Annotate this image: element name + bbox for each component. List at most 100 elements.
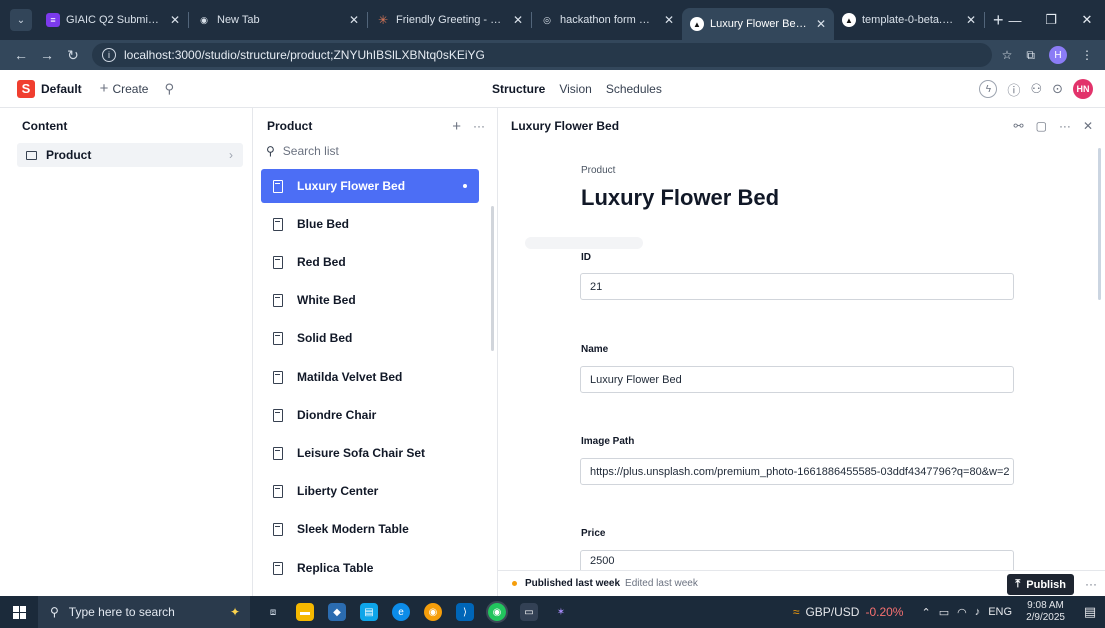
list-search-input[interactable]: ⚲ Search list [266, 144, 339, 158]
user-avatar[interactable]: HN [1073, 79, 1093, 99]
browser-tab[interactable]: ≡ GIAIC Q2 Submission Form ✕ [38, 5, 188, 35]
more-options-icon[interactable]: ··· [473, 119, 485, 133]
window-close-icon[interactable]: ✕ [1069, 12, 1105, 28]
close-pane-icon[interactable]: ✕ [1083, 119, 1093, 133]
wifi-icon[interactable]: ◠ [957, 606, 967, 619]
battery-icon[interactable]: ▭ [939, 606, 949, 619]
list-scrollbar[interactable] [491, 206, 494, 351]
list-item[interactable]: Sleek Modern Table [261, 512, 479, 546]
url-field[interactable]: i localhost:3000/studio/structure/produc… [92, 43, 992, 67]
ticker-change: -0.20% [865, 605, 904, 619]
publish-upload-icon: ⤒ [1015, 578, 1021, 590]
document-icon [273, 522, 283, 536]
store-icon[interactable]: ▤ [360, 603, 378, 621]
close-icon[interactable]: ✕ [170, 13, 180, 27]
reload-icon[interactable]: ↻ [60, 47, 86, 64]
bookmark-star-icon[interactable]: ☆ [1002, 48, 1013, 62]
list-item[interactable]: Diondre Chair [261, 398, 479, 432]
link-icon[interactable]: ⚯ [1014, 119, 1024, 133]
tab-title: template-0-beta.vercel.app [862, 14, 958, 26]
language-indicator[interactable]: ENG [988, 606, 1012, 618]
publish-status: Published last week [525, 578, 621, 589]
paint-app-icon[interactable]: ✶ [552, 603, 570, 621]
file-explorer-icon[interactable]: ▬ [296, 603, 314, 621]
list-item-label: Sleek Modern Table [297, 522, 409, 536]
tab-structure[interactable]: Structure [487, 78, 550, 100]
id-field[interactable]: 21 [580, 273, 1014, 300]
list-item-label: White Bed [297, 293, 356, 307]
terminal-icon[interactable]: ▭ [520, 603, 538, 621]
content-item-product[interactable]: Product › [17, 143, 243, 167]
field-label-id: ID [581, 252, 591, 263]
minimize-icon[interactable]: — [997, 13, 1033, 28]
list-item[interactable]: Leisure Sofa Chair Set [261, 436, 479, 470]
workspace-name[interactable]: Default [41, 82, 82, 96]
browser-tab[interactable]: ◉ New Tab ✕ [189, 5, 367, 35]
browser-tab[interactable]: ◎ hackathon form 1.PNG (19 ✕ [532, 5, 682, 35]
back-arrow-icon[interactable]: ← [8, 47, 34, 63]
site-info-icon[interactable]: i [102, 48, 116, 62]
system-clock[interactable]: 9:08 AM 2/9/2025 [1026, 600, 1065, 624]
list-item[interactable]: White Bed [261, 283, 479, 317]
chevron-right-icon: › [229, 148, 233, 162]
volume-icon[interactable]: ♪ [975, 606, 981, 618]
profile-avatar[interactable]: H [1049, 46, 1067, 64]
name-field[interactable]: Luxury Flower Bed [580, 366, 1014, 393]
tab-search-chevron-icon[interactable]: ⌄ [10, 9, 32, 31]
list-item[interactable]: Liberty Center [261, 474, 479, 508]
search-icon: ⚲ [266, 144, 275, 158]
content-item-label: Product [46, 148, 92, 162]
search-icon: ⚲ [50, 605, 59, 619]
show-hidden-icons-icon[interactable]: ⌃ [921, 606, 930, 619]
studio-logo-icon[interactable]: S [17, 79, 35, 98]
people-icon[interactable]: ⚇ [1030, 81, 1042, 97]
close-icon[interactable]: ✕ [966, 13, 976, 27]
status-dot [512, 581, 517, 586]
tasks-check-icon[interactable]: ⊙ [1052, 81, 1063, 97]
notification-center-icon[interactable]: ▤ [1079, 604, 1101, 620]
restore-icon[interactable]: ❐ [1033, 12, 1069, 28]
chrome-profile-icon[interactable]: ◉ [486, 601, 508, 623]
image-path-field[interactable]: https://plus.unsplash.com/premium_photo-… [580, 458, 1014, 485]
list-item[interactable]: Red Bed [261, 245, 479, 279]
browser-tab-active[interactable]: ▲ Luxury Flower Bed | Defaul ✕ [682, 8, 834, 40]
forward-arrow-icon[interactable]: → [34, 47, 60, 63]
browser-menu-icon[interactable]: ⋮ [1081, 48, 1093, 62]
content-pane: Content Product › [0, 108, 253, 596]
more-options-icon[interactable]: ··· [1059, 119, 1071, 133]
close-icon[interactable]: ✕ [816, 17, 826, 31]
edge-browser-icon[interactable]: e [392, 603, 410, 621]
windows-start-icon[interactable] [0, 596, 38, 628]
vscode-icon[interactable]: ⟩ [456, 603, 474, 621]
list-item[interactable]: Solid Bed [261, 321, 479, 355]
add-document-plus-icon[interactable]: + [452, 118, 461, 135]
more-actions-icon[interactable]: ··· [1085, 571, 1097, 597]
browser-tab[interactable]: ✳ Friendly Greeting - Claude ✕ [368, 5, 531, 35]
tab-vision[interactable]: Vision [554, 78, 596, 100]
close-icon[interactable]: ✕ [664, 13, 674, 27]
list-item[interactable]: Blue Bed [261, 207, 479, 241]
publish-button[interactable]: ⤒ Publish [1007, 574, 1074, 595]
price-field[interactable]: 2500 [580, 550, 1014, 570]
help-icon[interactable]: ⓘ [1007, 80, 1020, 99]
search-icon[interactable]: ⚲ [164, 81, 174, 97]
bolt-icon[interactable]: ϟ [979, 80, 998, 98]
document-scrollbar[interactable] [1098, 148, 1101, 300]
extensions-icon[interactable]: ⧉ [1026, 48, 1035, 63]
colorful-app-icon[interactable]: ◆ [328, 603, 346, 621]
list-pane-header: Product + ··· [253, 108, 497, 144]
list-item[interactable]: Matilda Velvet Bed [261, 360, 479, 394]
close-icon[interactable]: ✕ [513, 13, 523, 27]
stock-ticker[interactable]: ≈ GBP/USD -0.20% [793, 605, 904, 619]
browser-tab[interactable]: ▲ template-0-beta.vercel.app ✕ [834, 5, 984, 35]
task-view-icon[interactable]: ⧈ [264, 603, 282, 621]
search-highlight-icon: ✦ [229, 605, 240, 619]
taskbar-search-input[interactable]: ⚲ Type here to search ✦ [38, 596, 250, 628]
close-icon[interactable]: ✕ [349, 13, 359, 27]
list-item[interactable]: Luxury Flower Bed [261, 169, 479, 203]
list-item[interactable]: Replica Table [261, 551, 479, 585]
chrome-icon[interactable]: ◉ [424, 603, 442, 621]
comment-icon[interactable]: ▢ [1036, 119, 1047, 133]
tab-schedules[interactable]: Schedules [601, 78, 667, 100]
create-button[interactable]: + Create [94, 77, 155, 100]
